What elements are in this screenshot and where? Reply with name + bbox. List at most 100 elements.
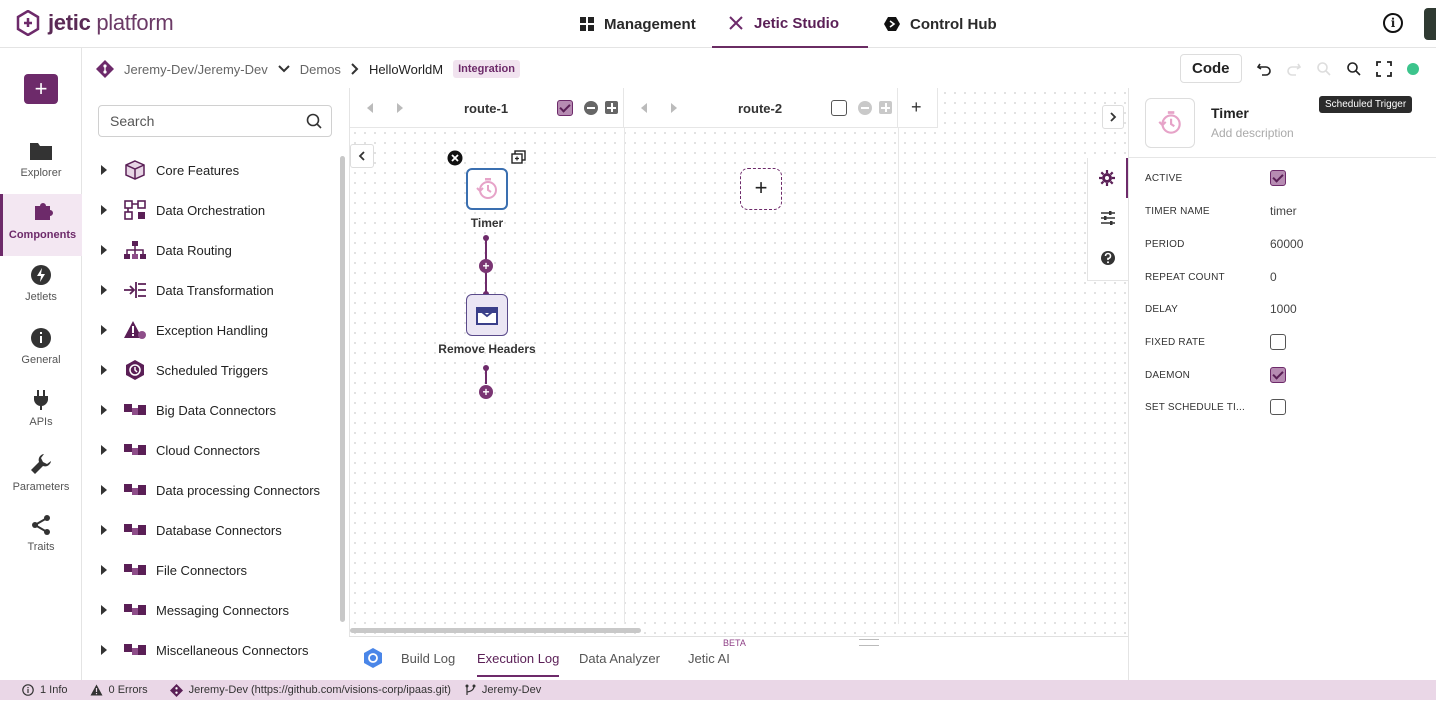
resize-handle[interactable]: [859, 639, 879, 646]
undo-icon[interactable]: [1256, 61, 1272, 77]
active-checkbox[interactable]: [1270, 170, 1286, 186]
canvas-scrollbar[interactable]: [350, 628, 641, 633]
add-route-tab[interactable]: +: [898, 88, 938, 128]
chevron-down-icon[interactable]: [278, 65, 290, 73]
add-first-step-button[interactable]: +: [740, 168, 782, 210]
copy-node-icon[interactable]: [511, 150, 526, 164]
status-info[interactable]: 1 Info: [22, 684, 68, 696]
prev-arrow-icon[interactable]: [641, 103, 647, 113]
redo-icon[interactable]: [1286, 61, 1302, 77]
add-route-button[interactable]: +: [911, 97, 922, 118]
nav-management[interactable]: Management: [580, 0, 696, 48]
expand-route-icon[interactable]: [605, 101, 618, 114]
route-2-checkbox[interactable]: [831, 100, 847, 116]
repeat-count-field[interactable]: 0: [1270, 270, 1277, 284]
category-data-orchestration[interactable]: Data Orchestration: [98, 198, 265, 222]
beta-badge: BETA: [723, 638, 746, 648]
fullscreen-icon[interactable]: [1375, 60, 1392, 77]
connector-icon: [124, 524, 146, 535]
next-arrow-icon[interactable]: [397, 103, 403, 113]
route-canvas[interactable]: route-1 route-2 + Timer + Remove Headers: [349, 88, 1128, 636]
settings-tab[interactable]: [1088, 158, 1128, 198]
status-branch[interactable]: Jeremy-Dev: [465, 684, 541, 696]
collapse-route-icon[interactable]: [858, 101, 872, 115]
category-database-connectors[interactable]: Database Connectors: [98, 518, 282, 542]
avatar[interactable]: [1424, 8, 1436, 40]
info-icon[interactable]: i: [1383, 13, 1403, 33]
help-tab[interactable]: [1088, 238, 1128, 278]
add-step-button[interactable]: +: [479, 385, 493, 399]
category-data-routing[interactable]: Data Routing: [98, 238, 232, 262]
zoom-in-icon[interactable]: [1346, 61, 1362, 77]
prop-delay: DELAY 1000: [1145, 302, 1297, 316]
delete-node-icon[interactable]: [447, 150, 463, 166]
prop-daemon: DAEMON: [1145, 367, 1425, 387]
breadcrumb-folder[interactable]: Demos: [300, 62, 341, 77]
sync-status-icon[interactable]: [1406, 62, 1420, 76]
category-scheduled-triggers[interactable]: Scheduled Triggers: [98, 358, 268, 382]
cloud-build-icon: [364, 648, 382, 668]
collapse-palette-button[interactable]: [350, 144, 374, 168]
nav-parameters[interactable]: Parameters: [0, 446, 82, 508]
tab-execution-log[interactable]: Execution Log: [477, 651, 560, 677]
timer-node[interactable]: [466, 168, 508, 210]
category-exception-handling[interactable]: Exception Handling: [98, 318, 268, 342]
next-arrow-icon[interactable]: [671, 103, 677, 113]
route-header-2: route-2: [624, 88, 898, 128]
nav-traits[interactable]: Traits: [0, 508, 82, 570]
tab-build-log[interactable]: Build Log: [401, 651, 455, 666]
category-miscellaneous-connectors[interactable]: Miscellaneous Connectors: [98, 638, 308, 662]
clock-icon: [126, 360, 144, 380]
category-file-connectors[interactable]: File Connectors: [98, 558, 247, 582]
route-name[interactable]: route-1: [464, 101, 508, 116]
set-schedule-time-checkbox[interactable]: [1270, 399, 1286, 415]
status-errors[interactable]: 0 Errors: [90, 684, 148, 696]
period-field[interactable]: 60000: [1270, 237, 1303, 251]
options-tab[interactable]: [1088, 198, 1128, 238]
add-step-button[interactable]: +: [479, 259, 493, 273]
nav-jetic-studio[interactable]: Jetic Studio: [712, 0, 868, 48]
daemon-checkbox[interactable]: [1270, 367, 1286, 383]
search-icon[interactable]: [306, 113, 322, 129]
connector-line: [485, 368, 487, 384]
connector-icon: [124, 484, 146, 495]
nav-explorer[interactable]: Explorer: [0, 134, 82, 196]
category-core-features[interactable]: Core Features: [98, 158, 239, 182]
fixed-rate-checkbox[interactable]: [1270, 334, 1286, 350]
remove-headers-node[interactable]: [466, 294, 508, 336]
delay-field[interactable]: 1000: [1270, 302, 1297, 316]
prev-arrow-icon[interactable]: [367, 103, 373, 113]
category-big-data-connectors[interactable]: Big Data Connectors: [98, 398, 276, 422]
category-data-transformation[interactable]: Data Transformation: [98, 278, 274, 302]
expand-route-icon[interactable]: [879, 101, 892, 114]
description-field[interactable]: Add description: [1211, 126, 1294, 140]
route-name[interactable]: route-2: [738, 101, 782, 116]
nav-control-hub[interactable]: Control Hub: [884, 0, 997, 48]
status-repo[interactable]: Jeremy-Dev (https://github.com/visions-c…: [169, 683, 451, 697]
category-messaging-connectors[interactable]: Messaging Connectors: [98, 598, 289, 622]
collapse-props-button[interactable]: [1102, 105, 1124, 129]
nav-apis[interactable]: APIs: [0, 383, 82, 445]
search-input[interactable]: [98, 105, 332, 137]
nav-jetlets[interactable]: Jetlets: [0, 258, 82, 320]
route-1-checkbox[interactable]: [557, 100, 573, 116]
nav-components[interactable]: Components: [0, 194, 82, 256]
category-data-processing-connectors[interactable]: Data processing Connectors: [98, 478, 320, 502]
tab-data-analyzer[interactable]: Data Analyzer: [579, 651, 660, 666]
timer-name-field[interactable]: timer: [1270, 204, 1297, 218]
nav-general[interactable]: General: [0, 321, 82, 383]
route-divider: [624, 128, 625, 624]
tab-jetic-ai[interactable]: Jetic AI: [688, 651, 730, 666]
zoom-out-icon[interactable]: [1316, 61, 1332, 77]
palette-scrollbar[interactable]: [340, 156, 345, 622]
collapse-route-icon[interactable]: [584, 101, 598, 115]
component-title[interactable]: Timer: [1211, 105, 1249, 121]
code-button[interactable]: Code: [1180, 54, 1242, 83]
add-button[interactable]: +: [24, 74, 58, 104]
breadcrumb-repo[interactable]: Jeremy-Dev/Jeremy-Dev: [124, 62, 268, 77]
app-logo[interactable]: jetic platform: [16, 10, 174, 36]
breadcrumb-file[interactable]: HelloWorldM: [369, 62, 443, 77]
bottom-panel-tabs: Build Log Execution Log Data Analyzer Je…: [349, 636, 1128, 680]
component-palette: Core Features Data Orchestration Data Ro…: [82, 88, 348, 680]
category-cloud-connectors[interactable]: Cloud Connectors: [98, 438, 260, 462]
